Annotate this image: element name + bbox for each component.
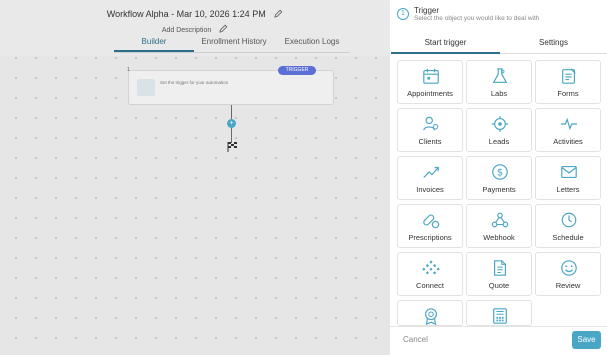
save-button[interactable]: Save: [572, 331, 601, 349]
step-number: 1: [397, 8, 409, 20]
tile-forms[interactable]: Forms: [535, 60, 601, 104]
active-tab-indicator: [391, 52, 500, 54]
add-step-button[interactable]: +: [227, 119, 236, 128]
tile-appointments[interactable]: Appointments: [397, 60, 463, 104]
tab-execution-logs[interactable]: Execution Logs: [274, 37, 350, 52]
tile-activities[interactable]: Activities: [535, 108, 601, 152]
tile-label: Payments: [482, 185, 516, 194]
users-icon: [423, 116, 439, 131]
workflow-tabs: Builder Enrollment History Execution Log…: [114, 37, 350, 53]
pencil-icon[interactable]: [219, 24, 228, 33]
fax-icon: [493, 308, 507, 324]
tile-label: Activities: [553, 137, 583, 146]
tab-start-trigger[interactable]: Start trigger: [391, 38, 500, 47]
tile-label: Invoices: [416, 185, 444, 194]
tile-label: Clients: [418, 137, 442, 146]
tile-label: Webhook: [483, 233, 515, 242]
pulse-icon: [560, 117, 578, 131]
svg-text:$: $: [497, 168, 503, 179]
tile-label: Labs: [490, 89, 508, 98]
flask-icon: [492, 68, 508, 83]
add-description-label: Add Description: [161, 27, 212, 34]
tile-clients[interactable]: Clients: [397, 108, 463, 152]
trigger-node[interactable]: [128, 70, 334, 105]
builder-area: Workflow Alpha - Mar 10, 2026 1:24 PM Ad…: [0, 0, 390, 355]
tile-label: Appointments: [407, 89, 453, 98]
tile-schedule[interactable]: Schedule: [535, 204, 601, 248]
finish-flag-icon: [227, 142, 237, 152]
tile-label: Forms: [557, 89, 579, 98]
tile-label: Prescriptions: [408, 233, 452, 242]
workflow-title-text: Workflow Alpha - Mar 10, 2026 1:24 PM: [106, 9, 266, 19]
calendar-icon: [423, 68, 439, 84]
tile-label: Schedule: [552, 233, 584, 242]
panel-subtitle: Select the object you would like to deal…: [414, 15, 540, 22]
tile-review[interactable]: Review: [535, 252, 601, 296]
tile-labs[interactable]: Labs: [466, 60, 532, 104]
panel-tabs: Start trigger Settings: [391, 31, 607, 54]
smiley-icon: [561, 260, 577, 276]
pills-icon: [423, 214, 440, 229]
webhook-icon: [491, 212, 509, 228]
tile-label: Review: [555, 281, 581, 290]
dollar-icon: $: [492, 164, 508, 180]
tile-label: Letters: [556, 185, 580, 194]
pencil-icon[interactable]: [274, 9, 283, 18]
tile-label: Quote: [488, 281, 510, 290]
tile-label: Leads: [488, 137, 510, 146]
badge-icon: [425, 308, 437, 325]
document-icon: [494, 260, 506, 276]
tile-badge[interactable]: [397, 300, 463, 326]
node-number: 1: [127, 67, 130, 73]
tile-leads[interactable]: Leads: [466, 108, 532, 152]
trigger-badge: TRIGGER: [278, 66, 316, 75]
tile-prescriptions[interactable]: Prescriptions: [397, 204, 463, 248]
node-placeholder-icon: [137, 79, 155, 96]
tab-settings[interactable]: Settings: [500, 38, 607, 47]
tile-fax[interactable]: [466, 300, 532, 326]
target-icon: [491, 115, 509, 133]
tab-enrollment-history[interactable]: Enrollment History: [194, 37, 274, 52]
panel-title: Trigger: [414, 6, 440, 15]
envelope-icon: [561, 166, 577, 178]
tile-label: Connect: [416, 281, 444, 290]
tile-invoices[interactable]: Invoices: [397, 156, 463, 200]
tile-payments[interactable]: $ Payments: [466, 156, 532, 200]
node-description: Set the trigger for your automation: [160, 80, 229, 85]
workflow-header: Workflow Alpha - Mar 10, 2026 1:24 PM Ad…: [0, 0, 390, 56]
workflow-title: Workflow Alpha - Mar 10, 2026 1:24 PM: [0, 9, 390, 19]
tile-connect[interactable]: Connect: [397, 252, 463, 296]
clock-icon: [561, 212, 577, 228]
form-icon: [562, 68, 576, 84]
tile-webhook[interactable]: Webhook: [466, 204, 532, 248]
connect-icon: [422, 260, 440, 275]
add-description[interactable]: Add Description: [0, 24, 390, 34]
cancel-button[interactable]: Cancel: [403, 335, 428, 344]
tab-builder[interactable]: Builder: [114, 37, 194, 52]
tile-quote[interactable]: Quote: [466, 252, 532, 296]
tile-letters[interactable]: Letters: [535, 156, 601, 200]
trend-icon: [423, 166, 439, 178]
